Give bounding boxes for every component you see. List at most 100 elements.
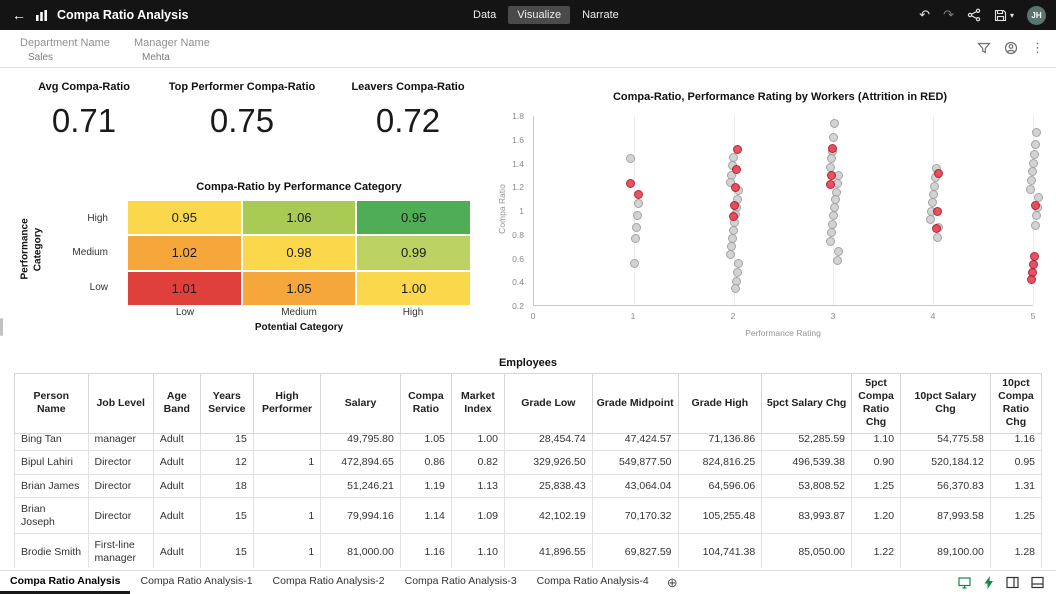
scatter-point-attrition[interactable]: [827, 143, 837, 153]
scatter-point-attrition[interactable]: [931, 224, 941, 234]
table-cell[interactable]: 1.13: [450, 473, 505, 499]
heatmap-cell-medium-low[interactable]: 1.02: [128, 236, 241, 270]
table-cell[interactable]: Adult: [152, 533, 201, 568]
scatter-point-workers[interactable]: [1030, 220, 1040, 230]
table-cell[interactable]: 549,877.50: [591, 450, 679, 475]
table-cell[interactable]: 1.31: [989, 473, 1042, 499]
undo-icon[interactable]: ↶: [919, 7, 930, 23]
heatmap-cell-high-medium[interactable]: 1.06: [242, 201, 356, 235]
column-header[interactable]: Grade High: [677, 373, 763, 434]
column-header[interactable]: 5pct Compa Ratio Chg: [851, 373, 902, 434]
canvas-scrollbar[interactable]: [0, 318, 3, 336]
table-cell[interactable]: Brian Joseph: [14, 497, 89, 535]
add-canvas-icon[interactable]: ⊕: [659, 571, 686, 594]
table-cell[interactable]: Bing Tan: [14, 433, 89, 452]
scatter-point-workers[interactable]: [1026, 175, 1036, 185]
table-cell[interactable]: 1.09: [450, 497, 505, 535]
table-cell[interactable]: 1: [252, 497, 322, 535]
table-cell[interactable]: Adult: [152, 450, 201, 475]
scatter-point-workers[interactable]: [932, 232, 942, 242]
scatter-point-workers[interactable]: [829, 118, 839, 128]
table-cell[interactable]: 28,454.74: [503, 433, 593, 452]
scatter-point-attrition[interactable]: [1030, 200, 1040, 210]
canvas-tab-3[interactable]: Compa Ratio Analysis-2: [263, 571, 395, 594]
table-cell[interactable]: 54,775.58: [900, 433, 991, 452]
table-cell[interactable]: 329,926.50: [503, 450, 593, 475]
table-cell[interactable]: 1.10: [851, 433, 902, 452]
table-cell[interactable]: 64,596.06: [677, 473, 763, 499]
table-cell[interactable]: 0.95: [989, 450, 1042, 475]
table-cell[interactable]: Adult: [152, 497, 201, 535]
tab-data[interactable]: Data: [464, 6, 505, 24]
heatmap-cell-high-high[interactable]: 0.95: [357, 201, 470, 235]
table-cell[interactable]: 83,993.87: [761, 497, 853, 535]
table-cell[interactable]: 472,894.65: [320, 450, 401, 475]
table-row[interactable]: Bipul Lahiri Director Adult 12 1 472,894.65 0.…: [14, 450, 1042, 475]
table-cell[interactable]: Brian James: [14, 473, 89, 499]
table-cell[interactable]: 12: [199, 450, 254, 475]
scatter-point-workers[interactable]: [732, 268, 742, 278]
heatmap-cell-medium-high[interactable]: 0.99: [357, 236, 470, 270]
table-cell[interactable]: 1.28: [989, 533, 1042, 568]
scatter-point-workers[interactable]: [826, 154, 836, 164]
table-cell[interactable]: 69,827.59: [591, 533, 679, 568]
filter-settings-icon[interactable]: [977, 41, 991, 55]
table-row[interactable]: Bing Tan manager Adult 15 49,795.80 1.05 1.00 2…: [14, 433, 1042, 452]
canvas-tab-2[interactable]: Compa Ratio Analysis-1: [130, 571, 262, 594]
table-cell[interactable]: 47,424.57: [591, 433, 679, 452]
share-icon[interactable]: [967, 8, 981, 22]
table-cell[interactable]: Bipul Lahiri: [14, 450, 89, 475]
scatter-point-workers[interactable]: [925, 214, 935, 224]
tab-visualize[interactable]: Visualize: [508, 6, 571, 24]
table-cell[interactable]: 1.25: [851, 473, 902, 499]
panel-bottom-layout-icon[interactable]: [1031, 576, 1044, 589]
table-cell[interactable]: 89,100.00: [900, 533, 991, 568]
assistant-icon[interactable]: [1004, 41, 1018, 55]
more-options-icon[interactable]: ⋮: [1031, 40, 1044, 56]
save-caret-icon[interactable]: ▾: [1010, 11, 1014, 20]
scatter-point-workers[interactable]: [832, 256, 842, 266]
table-cell[interactable]: 15: [199, 433, 254, 452]
table-cell[interactable]: Adult: [152, 473, 201, 499]
scatter-point-workers[interactable]: [828, 132, 838, 142]
table-cell[interactable]: 1.25: [989, 497, 1042, 535]
scatter-point-workers[interactable]: [1031, 128, 1041, 138]
scatter-point-workers[interactable]: [826, 227, 836, 237]
scatter-point-workers[interactable]: [632, 211, 642, 221]
column-header[interactable]: Market Index: [450, 373, 505, 434]
table-cell[interactable]: 1.20: [851, 497, 902, 535]
table-cell[interactable]: 25,838.43: [503, 473, 593, 499]
table-cell[interactable]: Director: [87, 473, 154, 499]
scatter-point-workers[interactable]: [1029, 149, 1039, 159]
user-avatar[interactable]: JH: [1027, 5, 1046, 25]
scatter-point-workers[interactable]: [927, 198, 937, 208]
column-header[interactable]: 10pct Compa Ratio Chg: [989, 373, 1042, 434]
scatter-point-workers[interactable]: [733, 258, 743, 268]
scatter-point-workers[interactable]: [1030, 140, 1040, 149]
scatter-point-attrition[interactable]: [933, 168, 943, 178]
table-cell[interactable]: Adult: [152, 433, 201, 452]
table-cell[interactable]: 85,050.00: [761, 533, 853, 568]
scatter-point-workers[interactable]: [1031, 211, 1041, 221]
table-cell[interactable]: 1: [252, 533, 322, 568]
table-cell[interactable]: 87,993.58: [900, 497, 991, 535]
table-cell[interactable]: 41,896.55: [503, 533, 593, 568]
table-cell[interactable]: 1: [252, 450, 322, 475]
table-cell[interactable]: [252, 433, 322, 452]
column-header[interactable]: Salary: [320, 373, 401, 434]
table-cell[interactable]: 1.22: [851, 533, 902, 568]
tab-narrate[interactable]: Narrate: [573, 6, 628, 24]
panel-right-layout-icon[interactable]: [1006, 576, 1019, 589]
column-header[interactable]: Grade Midpoint: [591, 373, 679, 434]
table-cell[interactable]: 0.82: [450, 450, 505, 475]
scatter-point-attrition[interactable]: [633, 189, 643, 199]
employees-table-viewport[interactable]: Bing Tan manager Adult 15 49,795.80 1.05 1.00 2…: [14, 433, 1042, 568]
table-cell[interactable]: 1.19: [399, 473, 452, 499]
table-cell[interactable]: 1.14: [399, 497, 452, 535]
scatter-point-workers[interactable]: [625, 154, 635, 164]
canvas-tab-5[interactable]: Compa Ratio Analysis-4: [527, 571, 659, 594]
scatter-point-workers[interactable]: [825, 237, 835, 247]
table-cell[interactable]: 1.16: [989, 433, 1042, 452]
heatmap-cell-high-low[interactable]: 0.95: [128, 201, 241, 235]
heatmap-cell-low-medium[interactable]: 1.05: [242, 271, 356, 305]
